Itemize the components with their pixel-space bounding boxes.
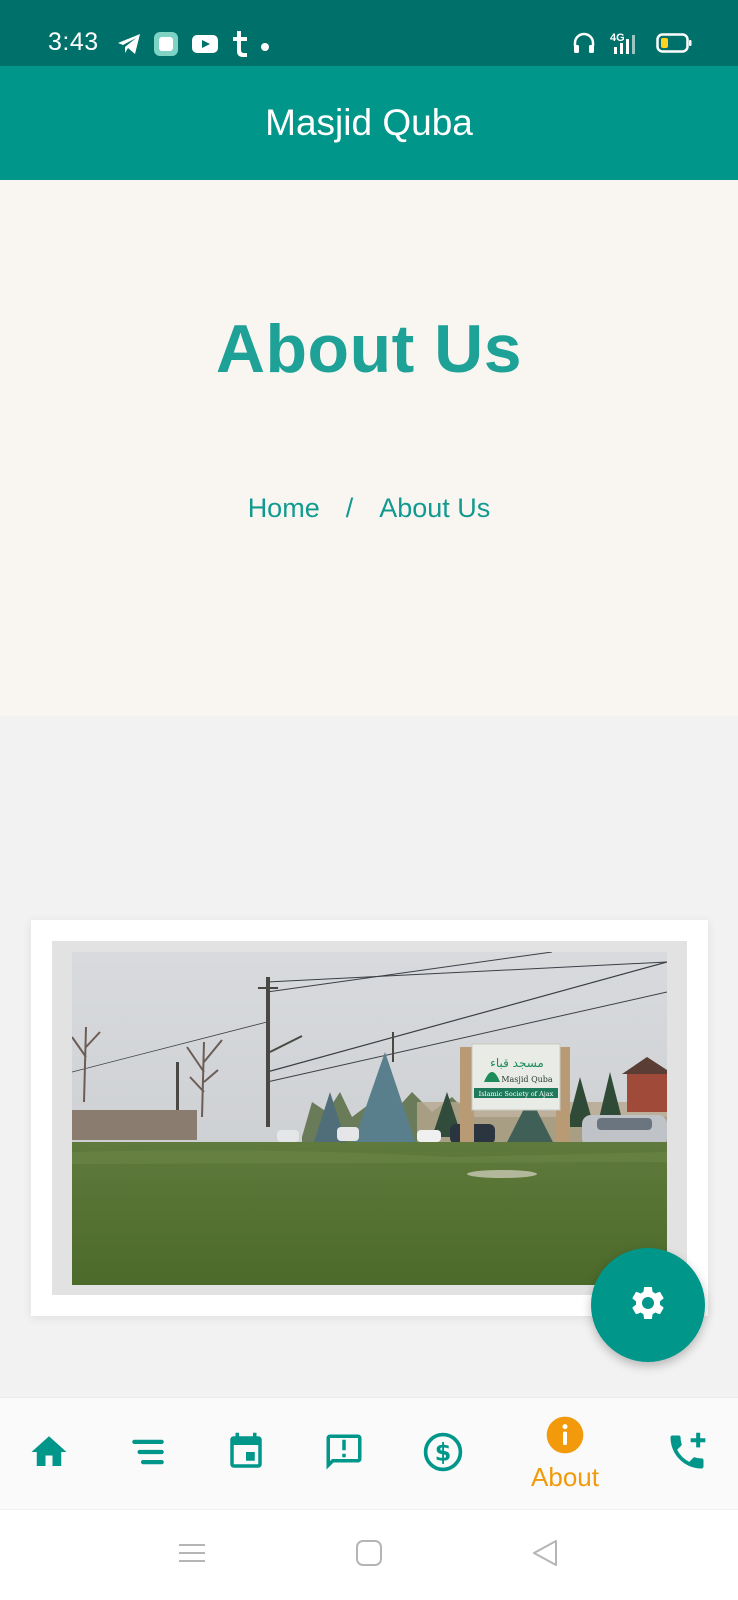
settings-fab[interactable] [591,1248,705,1362]
signal-4g-icon: 4G [608,30,644,61]
sign-arabic-text: مسجد قباء [490,1056,544,1070]
add-call-icon [665,1430,709,1479]
nav-item-menu[interactable] [106,1398,190,1510]
status-time: 3:43 [48,28,99,56]
nav-item-calendar[interactable] [204,1398,288,1510]
breadcrumb-home-link[interactable]: Home [248,493,320,524]
photo-frame: مسجد قباء Masjid Quba Islamic Society of… [52,941,687,1295]
svg-text:$: $ [435,1438,452,1466]
masjid-photo-card: مسجد قباء Masjid Quba Islamic Society of… [31,920,708,1316]
page-title: About Us [215,311,523,387]
calendar-icon [225,1431,267,1478]
sign-line1-text: Masjid Quba [501,1075,553,1084]
breadcrumb-separator: / [345,493,354,523]
nav-label-about: About [531,1462,599,1492]
nav-item-contact[interactable] [645,1398,729,1510]
headset-icon [572,31,596,60]
nav-item-donate[interactable]: $ [401,1398,485,1510]
app-bar: Masjid Quba [0,66,738,180]
sign-line2-text: Islamic Society of Ajax [479,1090,554,1098]
status-bar: 3:43 4G [0,0,738,66]
donate-icon: $ [421,1430,465,1479]
back-button-icon[interactable] [530,1538,560,1573]
masjid-photo: مسجد قباء Masjid Quba Islamic Society of… [72,952,667,1285]
nav-item-home[interactable] [7,1398,91,1510]
battery-icon [656,32,692,59]
nav-item-about[interactable]: About [523,1398,607,1510]
notification-icons [117,30,269,63]
home-icon [28,1431,70,1478]
nav-item-announcements[interactable] [302,1398,386,1510]
youtube-icon [191,33,219,60]
page-header: About Us Home / About Us [0,180,738,716]
breadcrumb-current: About Us [379,493,491,523]
recent-apps-icon[interactable] [177,1538,207,1573]
system-navigation-bar [0,1510,738,1600]
telegram-icon [117,33,141,60]
announcement-icon [323,1431,365,1478]
notification-dot-icon [261,38,269,56]
app-title: Masjid Quba [265,102,473,143]
info-icon [545,1415,585,1460]
home-button-icon[interactable] [354,1538,384,1573]
tumblr-icon [231,30,249,63]
network-type-label: 4G [610,32,625,44]
app-icon [153,31,179,62]
system-status-icons: 4G [572,30,692,61]
bottom-nav: $ About [0,1397,738,1509]
breadcrumb: Home / About Us [0,493,738,524]
gear-icon [628,1283,668,1328]
menu-icon [127,1431,169,1478]
